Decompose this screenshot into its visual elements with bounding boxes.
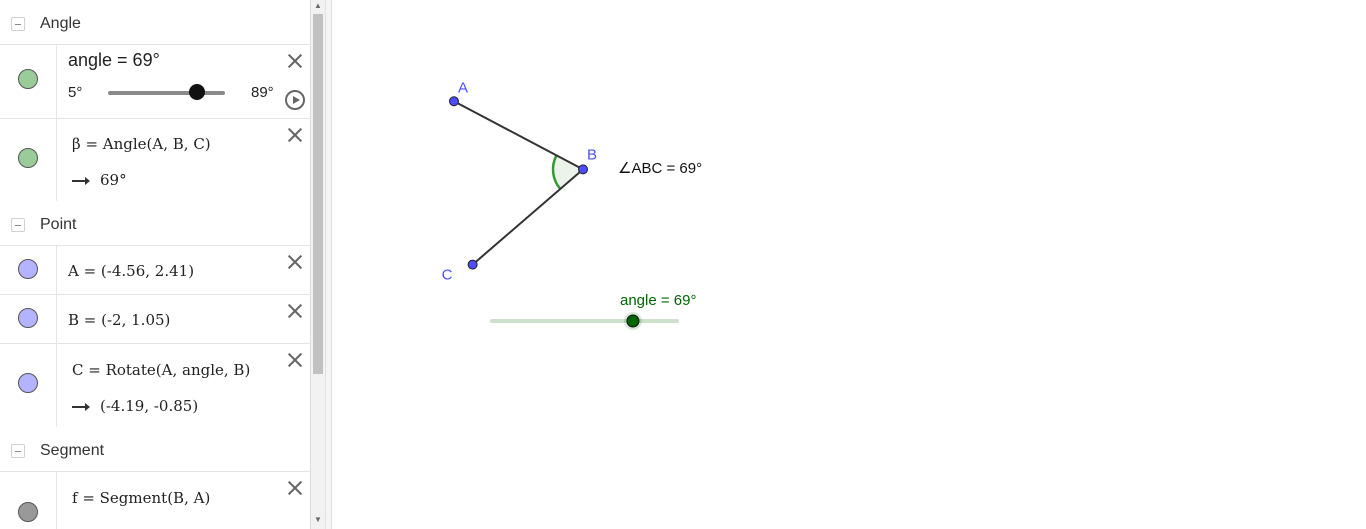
point-b-label[interactable]: B [587,146,597,163]
delete-icon[interactable] [287,352,303,368]
group-header-segment[interactable]: Segment [0,429,310,473]
scroll-down-icon[interactable]: ▼ [311,514,325,526]
point-c[interactable] [467,259,478,270]
group-title: Angle [40,15,81,32]
delete-icon[interactable] [287,480,303,496]
algebra-view: Angle angle = 69° 5° 89° β = Angle(A, B,… [0,0,311,529]
play-animation-icon[interactable] [285,90,305,110]
arrow-right-icon [72,177,90,185]
group-title: Point [40,216,77,233]
delete-icon[interactable] [287,53,303,69]
slider-track[interactable] [108,91,225,95]
graphics-view[interactable]: A B C ∠ABC = 69° angle = 69° [332,0,1366,529]
point-c-value: (-4.19, -0.85) [72,397,198,415]
slider-min-label: 5° [68,84,83,101]
point-c-value-text: (-4.19, -0.85) [100,397,199,415]
algebra-item-point-a[interactable]: A = (-4.56, 2.41) [0,245,310,295]
point-b-definition[interactable]: B = (-2, 1.05) [68,311,170,329]
segment-g[interactable] [471,168,584,266]
marble-cell [0,246,57,295]
slider-knob[interactable] [189,84,206,100]
algebra-item-segment-f[interactable]: f = Segment(B, A) [0,471,310,529]
visibility-marble-icon[interactable] [18,373,38,393]
slider-max-label: 89° [251,84,274,101]
marble-cell [0,472,57,529]
point-b[interactable] [578,164,588,175]
point-a-definition[interactable]: A = (-4.56, 2.41) [68,262,194,280]
marble-cell [0,119,57,201]
collapse-icon[interactable] [11,444,25,458]
point-a[interactable] [448,96,459,107]
scrollbar-thumb[interactable] [313,14,323,374]
graphics-slider-knob[interactable] [626,314,640,328]
collapse-icon[interactable] [11,17,25,31]
algebra-item-point-b[interactable]: B = (-2, 1.05) [0,294,310,344]
beta-value-text: 69° [100,171,127,189]
visibility-marble-icon[interactable] [18,148,38,168]
slider-label[interactable]: angle = 69° [68,50,160,71]
view-divider[interactable] [325,0,332,529]
group-title: Segment [40,442,105,459]
marble-cell [0,344,57,427]
visibility-marble-icon[interactable] [18,259,38,279]
scroll-up-icon[interactable]: ▲ [311,0,325,12]
point-c-definition[interactable]: C = Rotate(A, angle, B) [72,361,250,379]
graphics-canvas[interactable]: A B C ∠ABC = 69° angle = 69° [332,0,1366,529]
slider-caption[interactable]: angle = 69° [620,292,696,309]
algebra-item-angle-slider[interactable]: angle = 69° 5° 89° [0,44,310,118]
beta-value: 69° [72,171,127,189]
algebra-item-point-c[interactable]: C = Rotate(A, angle, B) (-4.19, -0.85) [0,343,310,427]
delete-icon[interactable] [287,254,303,270]
group-header-angle[interactable]: Angle [0,2,310,46]
delete-icon[interactable] [287,303,303,319]
group-header-point[interactable]: Point [0,203,310,247]
algebra-scrollbar[interactable]: ▲ ▼ [311,0,325,529]
segment-f[interactable] [453,100,584,171]
point-c-label[interactable]: C [442,267,453,284]
delete-icon[interactable] [287,127,303,143]
arrow-right-icon [72,403,90,411]
marble-cell [0,45,57,118]
algebra-item-beta[interactable]: β = Angle(A, B, C) 69° [0,118,310,201]
segment-f-definition[interactable]: f = Segment(B, A) [72,489,210,507]
visibility-marble-icon[interactable] [18,502,38,522]
visibility-marble-icon[interactable] [18,69,38,89]
point-a-label[interactable]: A [458,79,468,96]
marble-cell [0,295,57,344]
beta-definition[interactable]: β = Angle(A, B, C) [72,135,211,153]
visibility-marble-icon[interactable] [18,308,38,328]
angle-caption[interactable]: ∠ABC = 69° [618,160,702,177]
collapse-icon[interactable] [11,218,25,232]
